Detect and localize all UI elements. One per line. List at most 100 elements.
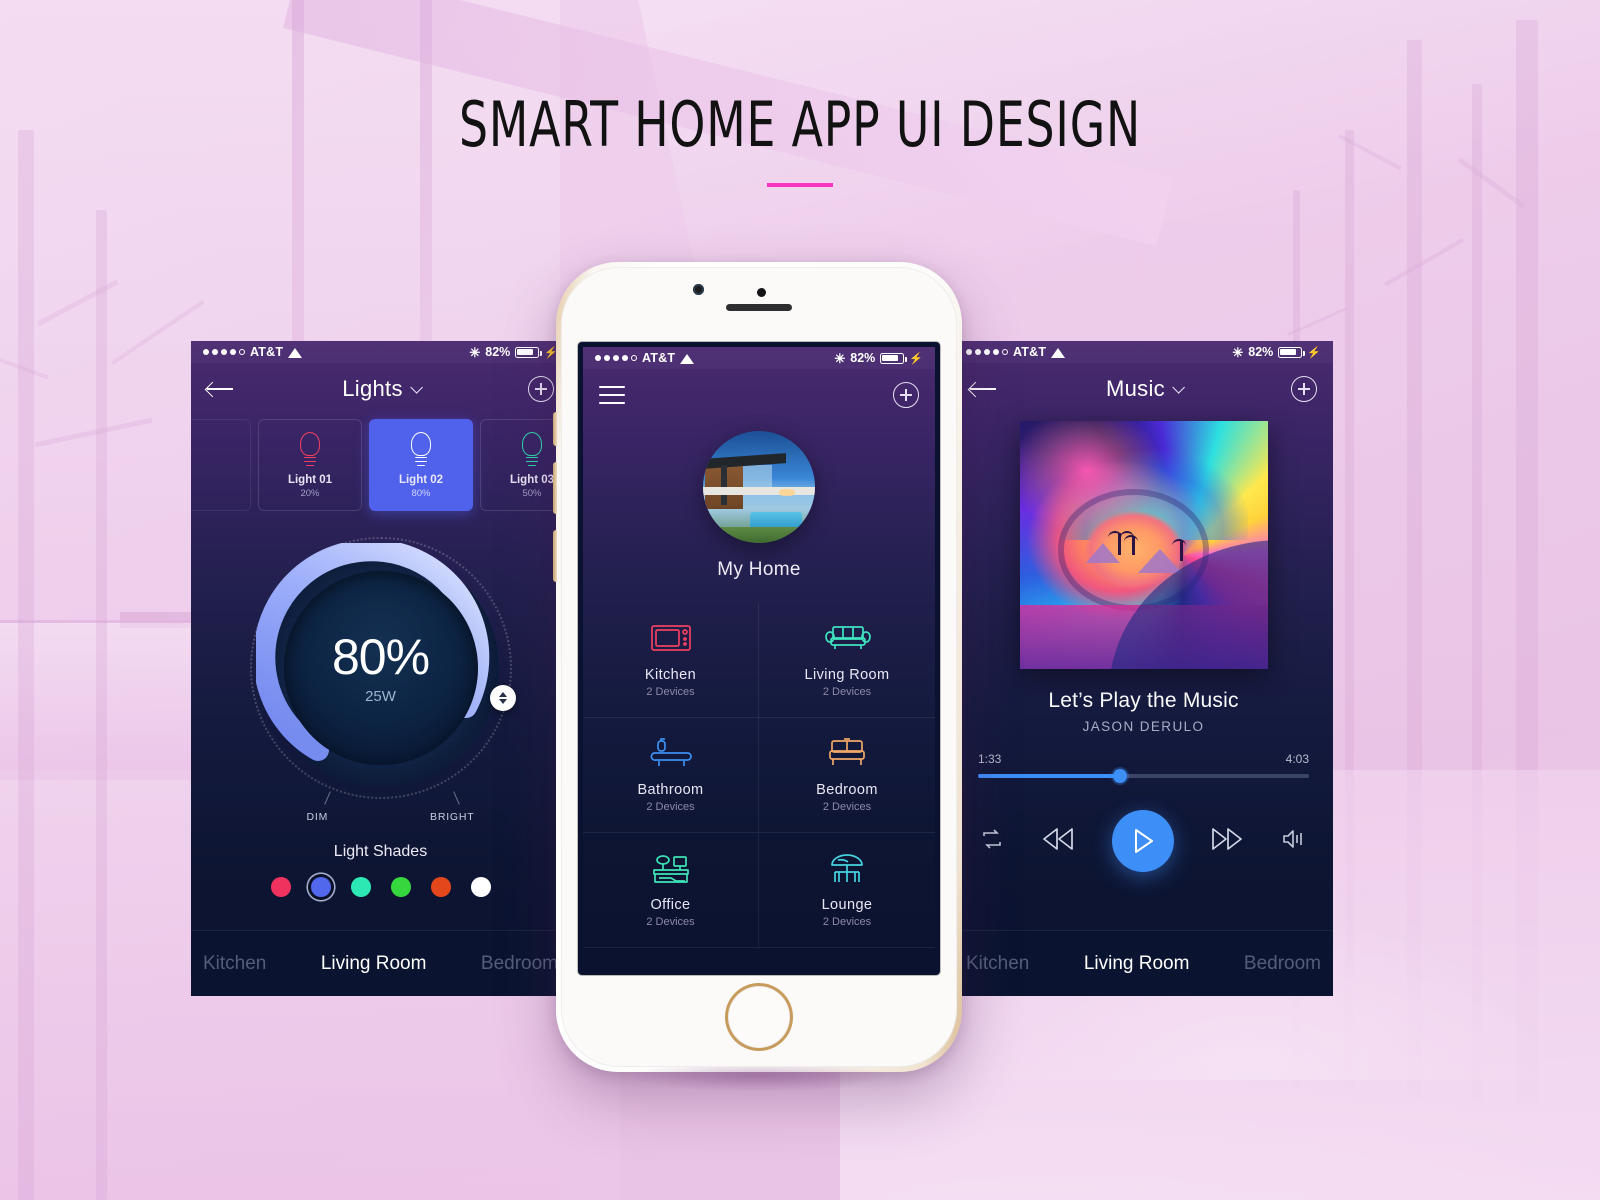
battery-percent-label: 82% bbox=[1248, 345, 1274, 359]
tab-bedroom[interactable]: Bedroom bbox=[481, 953, 558, 975]
silent-switch[interactable] bbox=[553, 530, 557, 582]
home-hero: My Home bbox=[583, 421, 935, 581]
swatch-green[interactable] bbox=[390, 877, 411, 897]
room-name: Living Room bbox=[804, 667, 890, 683]
dial-value: 80% bbox=[331, 628, 430, 685]
down-arrow-icon bbox=[498, 699, 507, 705]
progress-fill bbox=[978, 774, 1121, 778]
room-name: Bedroom bbox=[816, 782, 878, 798]
light-shades-swatches[interactable] bbox=[191, 877, 570, 897]
swatch-white[interactable] bbox=[470, 877, 491, 897]
add-light-button[interactable] bbox=[527, 376, 554, 402]
rewind-icon bbox=[1042, 827, 1073, 850]
carrier-label: AT&T bbox=[250, 345, 284, 359]
carrier-label: AT&T bbox=[642, 351, 676, 365]
patio-table-icon bbox=[824, 852, 870, 888]
room-device-count: 2 Devices bbox=[822, 801, 872, 813]
page-headline: SMART HOME APP UI DESIGN bbox=[0, 88, 1600, 187]
room-tab-bar[interactable]: Kitchen Living Room Bedroom bbox=[191, 930, 570, 996]
track-artist: JASON DERULO bbox=[1082, 719, 1205, 734]
room-tile-bedroom[interactable]: Bedroom 2 Devices bbox=[759, 718, 935, 833]
progress-track[interactable] bbox=[978, 769, 1309, 783]
earpiece-speaker bbox=[726, 304, 792, 311]
wifi-icon bbox=[1051, 347, 1066, 358]
wifi-icon bbox=[288, 347, 303, 358]
tab-living-room[interactable]: Living Room bbox=[321, 953, 427, 975]
bulb-icon bbox=[517, 431, 547, 468]
home-screen: AT&T ✳ 82% ⚡ My Home Kitchen 2 Devices L… bbox=[583, 347, 935, 970]
repeat-button[interactable] bbox=[980, 827, 1004, 856]
music-nav-bar: Music bbox=[954, 363, 1333, 415]
tab-bedroom[interactable]: Bedroom bbox=[1244, 953, 1321, 975]
swatch-pink[interactable] bbox=[270, 877, 291, 897]
room-tile-living-room[interactable]: Living Room 2 Devices bbox=[759, 603, 935, 718]
swatch-blue-selected[interactable] bbox=[310, 877, 331, 897]
microwave-icon bbox=[648, 622, 694, 658]
dial-handle[interactable] bbox=[489, 685, 516, 711]
progress-slider[interactable] bbox=[954, 769, 1333, 783]
battery-percent-label: 82% bbox=[850, 351, 876, 365]
volume-up-button[interactable] bbox=[553, 412, 557, 446]
headline-text: SMART HOME APP UI DESIGN bbox=[458, 88, 1142, 161]
home-name-label: My Home bbox=[717, 559, 801, 580]
dial-power: 25W bbox=[365, 687, 396, 705]
playback-controls[interactable] bbox=[954, 810, 1333, 872]
light-card-active[interactable]: Light 02 80% bbox=[369, 419, 473, 511]
light-card-pct: 50% bbox=[522, 487, 542, 499]
tab-kitchen[interactable]: Kitchen bbox=[203, 953, 266, 975]
bright-label: BRIGHT bbox=[430, 811, 475, 823]
bed-icon bbox=[824, 737, 870, 773]
light-shades-title: Light Shades bbox=[333, 843, 428, 860]
music-title[interactable]: Music bbox=[1106, 376, 1185, 402]
dial-center: 80% 25W bbox=[283, 571, 478, 765]
headline-underline bbox=[767, 183, 833, 187]
room-name: Office bbox=[650, 897, 691, 913]
light-card-edge-left[interactable] bbox=[191, 419, 251, 511]
room-tab-bar[interactable]: Kitchen Living Room Bedroom bbox=[954, 930, 1333, 996]
swatch-mint[interactable] bbox=[350, 877, 371, 897]
tab-living-room[interactable]: Living Room bbox=[1084, 953, 1190, 975]
light-card[interactable]: Light 01 20% bbox=[258, 419, 362, 511]
room-device-count: 2 Devices bbox=[646, 801, 695, 813]
chevron-down-icon bbox=[410, 380, 423, 394]
room-tile-office[interactable]: Office 2 Devices bbox=[583, 833, 759, 948]
brightness-dial[interactable]: 80% 25W bbox=[249, 537, 516, 799]
now-playing: Let’s Play the Music JASON DERULO bbox=[954, 689, 1333, 734]
tab-kitchen[interactable]: Kitchen bbox=[966, 953, 1029, 975]
add-music-button[interactable] bbox=[1290, 376, 1317, 402]
light-card-name: Light 01 bbox=[287, 473, 333, 486]
back-button[interactable] bbox=[970, 380, 996, 398]
room-grid[interactable]: Kitchen 2 Devices Living Room 2 Devices bbox=[583, 603, 935, 948]
light-card-strip[interactable]: Light 01 20% Light 02 80% Light 03 50% bbox=[191, 415, 570, 511]
wifi-icon bbox=[680, 353, 695, 364]
volume-down-button[interactable] bbox=[553, 462, 557, 514]
forward-button[interactable] bbox=[1207, 826, 1247, 857]
bluetooth-icon: ✳ bbox=[469, 344, 481, 360]
bluetooth-icon: ✳ bbox=[834, 350, 846, 366]
room-tile-kitchen[interactable]: Kitchen 2 Devices bbox=[583, 603, 759, 718]
album-pyramid bbox=[1137, 549, 1182, 573]
album-art bbox=[1019, 421, 1268, 669]
room-tile-bathroom[interactable]: Bathroom 2 Devices bbox=[583, 718, 759, 833]
lights-title[interactable]: Lights bbox=[342, 376, 423, 402]
add-device-button[interactable] bbox=[893, 382, 919, 408]
carrier-label: AT&T bbox=[1013, 345, 1047, 359]
elapsed-time: 1:33 bbox=[978, 752, 1002, 766]
home-avatar-photo[interactable] bbox=[703, 431, 815, 543]
swatch-orange[interactable] bbox=[430, 877, 451, 897]
rewind-button[interactable] bbox=[1038, 826, 1078, 857]
bluetooth-icon: ✳ bbox=[1232, 344, 1244, 360]
room-tile-lounge[interactable]: Lounge 2 Devices bbox=[759, 833, 935, 948]
dim-label: DIM bbox=[306, 811, 329, 823]
home-button[interactable] bbox=[728, 986, 790, 1048]
play-button[interactable] bbox=[1111, 810, 1174, 872]
speaker-icon bbox=[1283, 829, 1302, 848]
lightning-bolt-icon: ⚡ bbox=[1307, 346, 1321, 359]
progress-handle[interactable] bbox=[1113, 769, 1128, 783]
lightning-bolt-icon: ⚡ bbox=[909, 352, 923, 365]
back-button[interactable] bbox=[207, 380, 233, 398]
hamburger-menu-button[interactable] bbox=[599, 386, 625, 404]
volume-button[interactable] bbox=[1281, 827, 1307, 856]
dial-range-labels: DIM BRIGHT bbox=[231, 791, 531, 827]
status-bar: AT&T ✳ 82% ⚡ bbox=[583, 347, 935, 369]
